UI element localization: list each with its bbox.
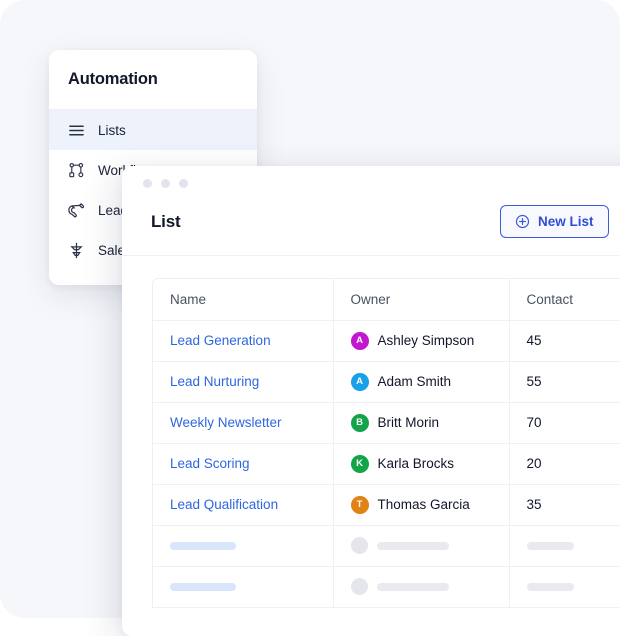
list-name-link[interactable]: Lead Nurturing bbox=[170, 374, 259, 389]
cell-owner: A Adam Smith bbox=[333, 361, 510, 403]
column-header-contact[interactable]: Contact bbox=[509, 279, 620, 321]
sidebar-item-lists[interactable]: Lists bbox=[49, 110, 257, 150]
avatar: B bbox=[350, 413, 369, 432]
column-header-owner[interactable]: Owner bbox=[333, 279, 510, 321]
cell-owner: A Ashley Simpson bbox=[333, 320, 510, 362]
cell-contact: 35 bbox=[509, 484, 620, 526]
cell-contact-placeholder bbox=[509, 566, 620, 608]
placeholder-avatar bbox=[350, 537, 368, 554]
owner-name: Thomas Garcia bbox=[377, 497, 470, 512]
column-header-name[interactable]: Name bbox=[153, 279, 334, 321]
table-row: Lead Scoring K Karla Brocks 20 bbox=[153, 443, 620, 485]
contact-count: 35 bbox=[526, 497, 542, 512]
sidebar-item-label-lists: Lists bbox=[98, 122, 126, 138]
table-row-skeleton bbox=[153, 525, 620, 567]
avatar: A bbox=[350, 372, 369, 391]
list-name-link[interactable]: Lead Scoring bbox=[170, 456, 250, 471]
window-dot-2 bbox=[161, 179, 170, 188]
cell-owner-placeholder bbox=[333, 525, 510, 567]
cell-owner: K Karla Brocks bbox=[333, 443, 510, 485]
page-title: List bbox=[151, 211, 181, 231]
owner-name: Adam Smith bbox=[377, 374, 452, 389]
list-name-link[interactable]: Lead Generation bbox=[170, 333, 271, 348]
list-lines-icon bbox=[68, 122, 85, 139]
cell-contact: 70 bbox=[509, 402, 620, 444]
avatar: T bbox=[350, 495, 369, 514]
placeholder-bar bbox=[170, 541, 236, 550]
sidebar-title: Automation bbox=[68, 70, 158, 88]
contact-count: 45 bbox=[526, 333, 542, 348]
cell-owner-placeholder bbox=[333, 566, 510, 608]
cell-contact: 55 bbox=[509, 361, 620, 403]
contact-count: 70 bbox=[526, 415, 542, 430]
placeholder-bar bbox=[170, 582, 236, 591]
contact-count: 55 bbox=[526, 374, 542, 389]
cell-name-placeholder bbox=[153, 525, 334, 567]
table-row-skeleton bbox=[153, 566, 620, 608]
list-header: List New List bbox=[122, 188, 620, 256]
cell-name-placeholder bbox=[153, 566, 334, 608]
window-dots bbox=[122, 166, 620, 188]
table-row: Lead Qualification T Thomas Garcia 35 bbox=[153, 484, 620, 526]
cell-name: Lead Generation bbox=[153, 320, 334, 362]
placeholder-bar bbox=[526, 582, 574, 591]
placeholder-bar bbox=[376, 541, 449, 550]
avatar: A bbox=[350, 331, 369, 350]
avatar: K bbox=[350, 454, 369, 473]
cell-contact: 20 bbox=[509, 443, 620, 485]
sidebar-header: Automation bbox=[49, 50, 257, 110]
contact-count: 20 bbox=[526, 456, 542, 471]
window-dot-3 bbox=[179, 179, 188, 188]
cell-contact-placeholder bbox=[509, 525, 620, 567]
table-header-row: Name Owner Contact bbox=[153, 279, 620, 321]
placeholder-bar bbox=[376, 582, 449, 591]
list-window-card: List New List Name Owner Contact Lead Ge… bbox=[122, 166, 620, 636]
new-list-button[interactable]: New List bbox=[500, 205, 609, 238]
window-dot-1 bbox=[143, 179, 152, 188]
list-name-link[interactable]: Weekly Newsletter bbox=[170, 415, 282, 430]
list-table: Name Owner Contact Lead Generation A Ashle… bbox=[152, 278, 620, 608]
table-row: Lead Nurturing A Adam Smith 55 bbox=[153, 361, 620, 403]
funnel-icon bbox=[68, 242, 85, 259]
cell-name: Lead Qualification bbox=[153, 484, 334, 526]
table-row: Lead Generation A Ashley Simpson 45 bbox=[153, 320, 620, 362]
owner-name: Karla Brocks bbox=[377, 456, 455, 471]
cell-owner: T Thomas Garcia bbox=[333, 484, 510, 526]
placeholder-avatar bbox=[350, 578, 368, 595]
cell-name: Lead Scoring bbox=[153, 443, 334, 485]
cell-contact: 45 bbox=[509, 320, 620, 362]
cell-name: Weekly Newsletter bbox=[153, 402, 334, 444]
owner-name: Britt Morin bbox=[377, 415, 440, 430]
table-body: Lead Generation A Ashley Simpson 45 Lead Nur… bbox=[153, 320, 620, 608]
cell-name: Lead Nurturing bbox=[153, 361, 334, 403]
workflow-nodes-icon bbox=[68, 162, 85, 179]
magnet-icon bbox=[68, 202, 85, 219]
plus-circle-icon bbox=[515, 214, 530, 229]
new-list-label: New List bbox=[538, 214, 594, 229]
cell-owner: B Britt Morin bbox=[333, 402, 510, 444]
list-name-link[interactable]: Lead Qualification bbox=[170, 497, 278, 512]
placeholder-bar bbox=[526, 541, 574, 550]
table-row: Weekly Newsletter B Britt Morin 70 bbox=[153, 402, 620, 444]
owner-name: Ashley Simpson bbox=[377, 333, 475, 348]
